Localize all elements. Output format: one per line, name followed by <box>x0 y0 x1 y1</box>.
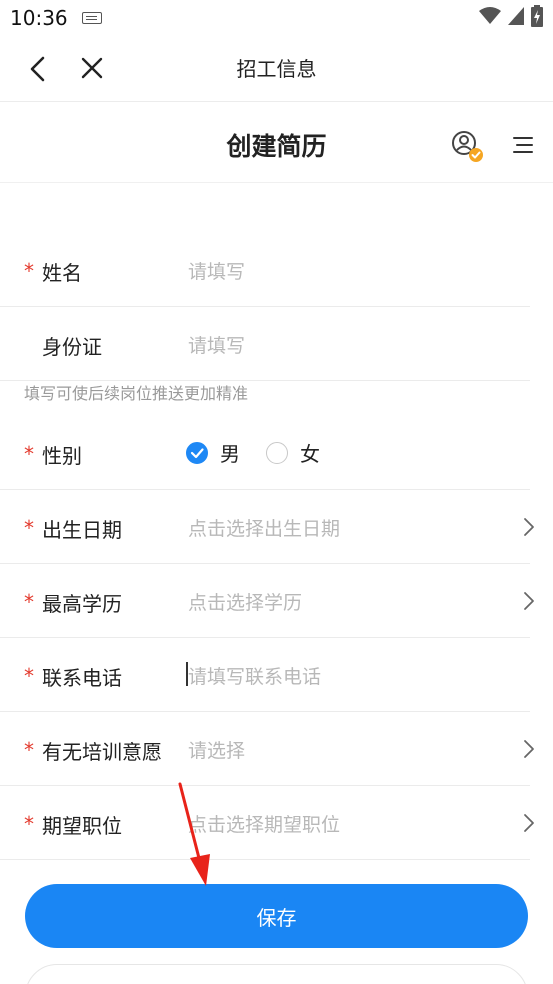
position-row[interactable]: * 期望职位 点击选择期望职位 <box>0 786 534 860</box>
gender-male-radio[interactable] <box>186 441 208 464</box>
menu-icon[interactable] <box>512 135 534 155</box>
chevron-right-icon <box>524 518 534 536</box>
status-icons <box>479 5 543 27</box>
education-row[interactable]: * 最高学历 点击选择学历 <box>0 564 534 638</box>
education-picker[interactable]: 点击选择学历 <box>188 588 302 615</box>
status-time: 10:36 <box>10 6 68 30</box>
training-label: 有无培训意愿 <box>42 740 162 764</box>
gender-male-label: 男 <box>220 442 240 466</box>
phone-label: 联系电话 <box>42 666 122 690</box>
page-header: 创建简历 <box>0 103 553 183</box>
birth-date-label: 出生日期 <box>42 518 122 542</box>
gender-female-radio[interactable] <box>266 441 288 464</box>
chevron-right-icon <box>524 592 534 610</box>
signal-icon <box>508 7 524 25</box>
required-mark: * <box>24 664 34 688</box>
gender-row: * 性别 男 女 <box>0 416 530 490</box>
nav-bar: 招工信息 <box>0 36 553 102</box>
gender-label: 性别 <box>42 444 82 468</box>
chevron-right-icon <box>524 814 534 832</box>
id-card-label: 身份证 <box>42 335 102 359</box>
status-bar: 10:36 <box>0 0 553 36</box>
birth-date-picker[interactable]: 点击选择出生日期 <box>188 514 340 541</box>
gender-female-label: 女 <box>300 442 320 466</box>
training-row[interactable]: * 有无培训意愿 请选择 <box>0 712 534 786</box>
training-picker[interactable]: 请选择 <box>188 736 245 763</box>
save-button[interactable]: 保存 <box>25 884 528 948</box>
required-mark: * <box>24 442 34 466</box>
annotation-arrow-icon <box>178 782 210 886</box>
birth-date-row[interactable]: * 出生日期 点击选择出生日期 <box>0 490 534 564</box>
name-label: 姓名 <box>42 261 82 285</box>
user-verified-icon[interactable] <box>450 129 484 163</box>
required-mark: * <box>24 812 34 836</box>
education-label: 最高学历 <box>42 592 122 616</box>
battery-icon <box>531 5 543 27</box>
nav-title: 招工信息 <box>236 57 317 81</box>
id-card-input[interactable]: 请填写 <box>188 331 245 358</box>
required-mark: * <box>24 259 34 283</box>
name-row[interactable]: * 姓名 请填写 <box>0 233 530 307</box>
required-mark: * <box>24 738 34 762</box>
wifi-icon <box>479 7 501 24</box>
keyboard-icon <box>82 12 102 24</box>
phone-input[interactable]: 请填写联系电话 <box>188 662 321 689</box>
id-card-row[interactable]: 身份证 请填写 <box>0 307 530 381</box>
hint-text: 填写可使后续岗位推送更加精准 <box>24 384 249 403</box>
required-mark: * <box>24 516 34 540</box>
name-input[interactable]: 请填写 <box>188 257 245 284</box>
secondary-button[interactable] <box>25 964 528 984</box>
required-mark: * <box>24 590 34 614</box>
gender-radio-group: 男 女 <box>186 438 346 467</box>
chevron-right-icon <box>524 740 534 758</box>
position-label: 期望职位 <box>42 814 122 838</box>
check-icon <box>190 447 204 458</box>
phone-row[interactable]: * 联系电话 请填写联系电话 <box>0 638 530 712</box>
